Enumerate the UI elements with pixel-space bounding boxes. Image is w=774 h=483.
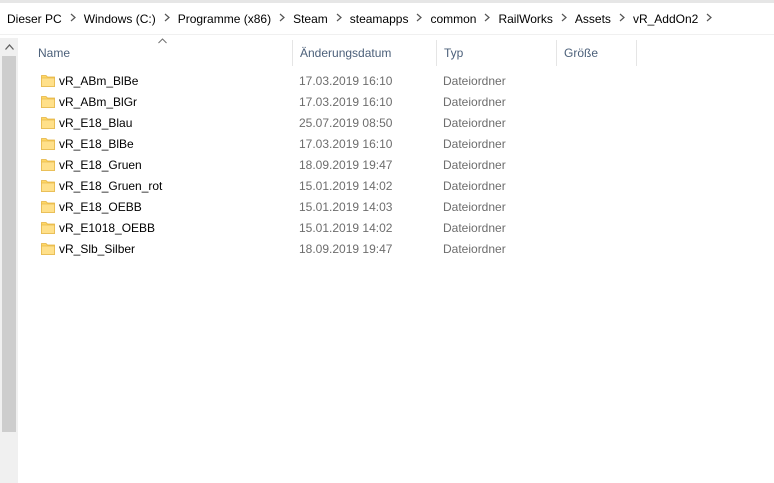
file-type: Dateiordner — [443, 158, 506, 172]
folder-icon — [41, 96, 55, 108]
column-header-type[interactable]: Typ — [444, 38, 463, 66]
folder-icon — [41, 159, 55, 171]
folder-icon — [41, 117, 55, 129]
folder-icon — [41, 243, 55, 255]
file-row[interactable]: vR_E18_OEBB 15.01.2019 14:03 Dateiordner — [38, 197, 578, 218]
crumb-vr-addon2[interactable]: vR_AddOn2 — [633, 12, 698, 26]
chevron-right-icon[interactable] — [553, 13, 575, 24]
crumb-assets[interactable]: Assets — [575, 12, 611, 26]
file-date: 18.09.2019 19:47 — [299, 158, 393, 172]
file-date: 17.03.2019 16:10 — [299, 74, 393, 88]
file-type: Dateiordner — [443, 242, 506, 256]
chevron-right-icon[interactable] — [476, 13, 498, 24]
file-type: Dateiordner — [443, 74, 506, 88]
file-row[interactable]: vR_Slb_Silber 18.09.2019 19:47 Dateiordn… — [38, 239, 578, 260]
chevron-up-icon — [158, 36, 167, 46]
chevron-right-icon[interactable] — [328, 13, 350, 24]
chevron-right-icon[interactable] — [611, 13, 633, 24]
chevron-right-icon[interactable] — [62, 13, 84, 24]
file-list: vR_ABm_BlBe 17.03.2019 16:10 Dateiordner… — [38, 71, 578, 260]
file-date: 17.03.2019 16:10 — [299, 137, 393, 151]
file-type: Dateiordner — [443, 221, 506, 235]
file-type: Dateiordner — [443, 179, 506, 193]
crumb-railworks[interactable]: RailWorks — [498, 12, 552, 26]
column-header-size[interactable]: Größe — [564, 38, 598, 66]
folder-icon — [41, 180, 55, 192]
file-type: Dateiordner — [443, 95, 506, 109]
file-name[interactable]: vR_E1018_OEBB — [59, 218, 155, 239]
file-name[interactable]: vR_Slb_Silber — [59, 239, 135, 260]
chevron-right-icon[interactable] — [408, 13, 430, 24]
folder-icon — [41, 201, 55, 213]
chevron-right-icon[interactable] — [271, 13, 293, 24]
file-date: 25.07.2019 08:50 — [299, 116, 393, 130]
file-row[interactable]: vR_E18_Gruen 18.09.2019 19:47 Dateiordne… — [38, 155, 578, 176]
file-name[interactable]: vR_E18_OEBB — [59, 197, 142, 218]
chevron-right-icon[interactable] — [698, 13, 720, 24]
column-divider[interactable] — [436, 40, 437, 66]
column-header-name[interactable]: Name — [38, 38, 70, 66]
file-name[interactable]: vR_E18_Gruen — [59, 155, 142, 176]
column-divider[interactable] — [556, 40, 557, 66]
scroll-thumb[interactable] — [2, 56, 16, 432]
crumb-common[interactable]: common — [430, 12, 476, 26]
file-row[interactable]: vR_ABm_BlBe 17.03.2019 16:10 Dateiordner — [38, 71, 578, 92]
column-header-date[interactable]: Änderungsdatum — [300, 38, 391, 66]
file-name[interactable]: vR_ABm_BlBe — [59, 71, 138, 92]
crumb-steam[interactable]: Steam — [293, 12, 328, 26]
file-date: 15.01.2019 14:02 — [299, 179, 393, 193]
file-row[interactable]: vR_E1018_OEBB 15.01.2019 14:02 Dateiordn… — [38, 218, 578, 239]
file-type: Dateiordner — [443, 116, 506, 130]
crumb-dieser-pc[interactable]: Dieser PC — [7, 12, 62, 26]
column-header-row: Name Änderungsdatum Typ Größe — [18, 38, 774, 66]
file-row[interactable]: vR_ABm_BlGr 17.03.2019 16:10 Dateiordner — [38, 92, 578, 113]
file-row[interactable]: vR_E18_Gruen_rot 15.01.2019 14:02 Dateio… — [38, 176, 578, 197]
crumb-programme-x86[interactable]: Programme (x86) — [178, 12, 271, 26]
file-date: 15.01.2019 14:02 — [299, 221, 393, 235]
column-divider[interactable] — [292, 40, 293, 66]
file-name[interactable]: vR_ABm_BlGr — [59, 92, 137, 113]
file-type: Dateiordner — [443, 200, 506, 214]
file-name[interactable]: vR_E18_Blau — [59, 113, 132, 134]
crumb-windows-c[interactable]: Windows (C:) — [84, 12, 156, 26]
folder-icon — [41, 222, 55, 234]
file-date: 18.09.2019 19:47 — [299, 242, 393, 256]
file-date: 17.03.2019 16:10 — [299, 95, 393, 109]
breadcrumb[interactable]: Dieser PC Windows (C:) Programme (x86) S… — [0, 3, 774, 35]
vertical-scrollbar[interactable] — [0, 38, 18, 483]
folder-icon — [41, 138, 55, 150]
column-divider[interactable] — [636, 40, 637, 66]
arrow-up-icon[interactable] — [0, 38, 18, 56]
file-date: 15.01.2019 14:03 — [299, 200, 393, 214]
folder-icon — [41, 75, 55, 87]
file-row[interactable]: vR_E18_BlBe 17.03.2019 16:10 Dateiordner — [38, 134, 578, 155]
chevron-right-icon[interactable] — [156, 13, 178, 24]
file-row[interactable]: vR_E18_Blau 25.07.2019 08:50 Dateiordner — [38, 113, 578, 134]
file-name[interactable]: vR_E18_BlBe — [59, 134, 134, 155]
file-name[interactable]: vR_E18_Gruen_rot — [59, 176, 162, 197]
crumb-steamapps[interactable]: steamapps — [350, 12, 409, 26]
file-type: Dateiordner — [443, 137, 506, 151]
